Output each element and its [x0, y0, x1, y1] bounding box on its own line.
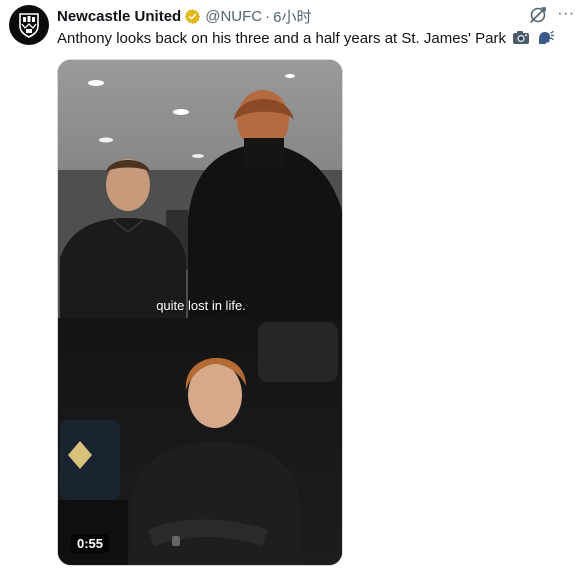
grok-icon[interactable] [528, 5, 548, 25]
verified-gold-badge-icon[interactable] [184, 8, 201, 25]
video-caption: quite lost in life. [156, 298, 246, 313]
more-options-button[interactable]: ··· [556, 4, 576, 24]
video-frame [58, 60, 342, 565]
display-name[interactable]: Newcastle United [57, 8, 181, 25]
timestamp[interactable]: 6小时 [273, 6, 311, 27]
newcastle-crest-icon [19, 13, 39, 38]
avatar[interactable] [9, 5, 49, 45]
video-player[interactable]: quite lost in life. 0:55 [57, 59, 343, 566]
tweet-text: Anthony looks back on his three and a ha… [57, 28, 555, 49]
video-duration-badge: 0:55 [71, 534, 110, 553]
camera-emoji [513, 31, 530, 44]
speaking-head-emoji [539, 30, 555, 44]
tweet-text-content: Anthony looks back on his three and a ha… [57, 30, 506, 47]
tweet-header: Newcastle United @NUFC · 6小时 [57, 6, 311, 26]
separator-dot: · [265, 7, 271, 25]
tweet[interactable]: Newcastle United @NUFC · 6小时 ··· Anthony… [0, 0, 581, 574]
handle[interactable]: @NUFC [205, 8, 262, 25]
